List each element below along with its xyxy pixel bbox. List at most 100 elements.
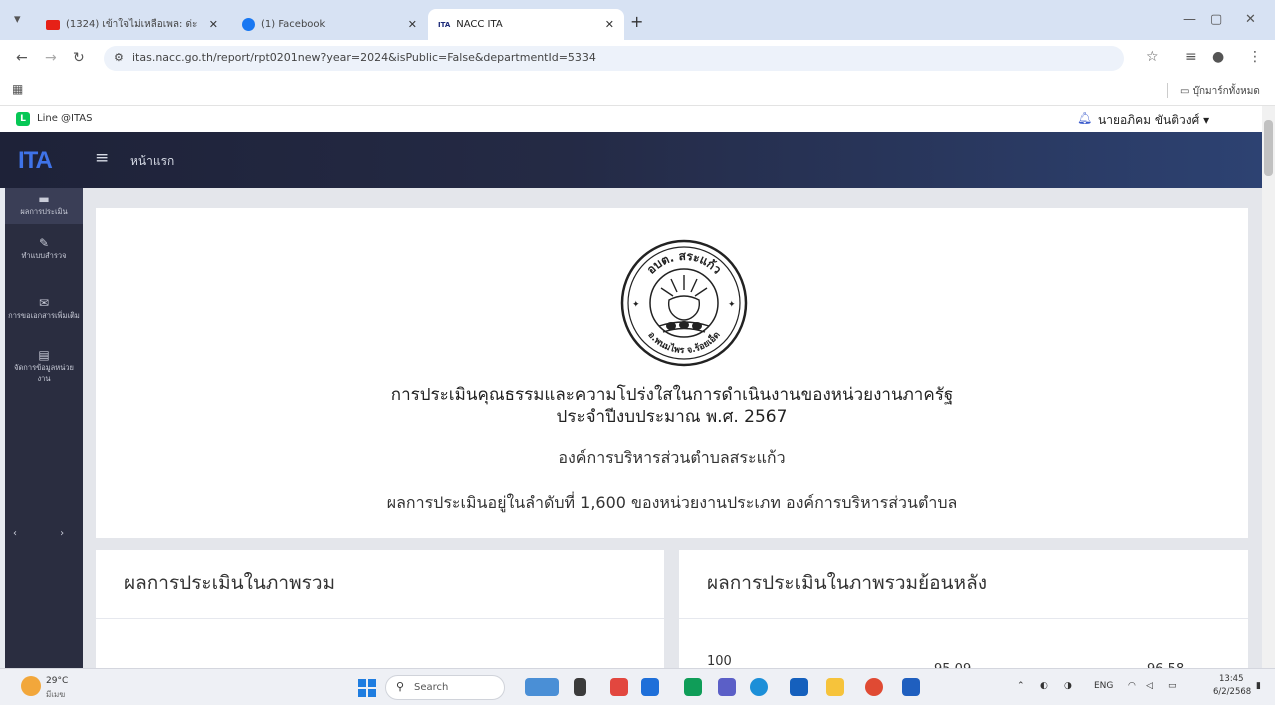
sidebar-item-survey[interactable]: ✎ ทำแบบสำรวจ [5, 236, 83, 261]
history-result-title: ผลการประเมินในภาพรวมย้อนหลัง [707, 572, 987, 594]
tray-app-icon[interactable]: ◐ [1040, 681, 1048, 691]
tab-facebook[interactable]: (1) Facebook ✕ [232, 9, 427, 40]
line-icon[interactable]: L [16, 112, 30, 126]
sidebar-item-manage-data[interactable]: ▤ จัดการข้อมูลหน่วยงาน [5, 348, 83, 384]
seal-ornament-left: ✦ [632, 300, 640, 310]
hamburger-icon[interactable]: ≡ [95, 148, 109, 168]
sidebar-item-label: ผลการประเมิน [20, 207, 68, 216]
ita-logo[interactable]: ITA [18, 147, 53, 175]
new-tab-button[interactable]: + [630, 12, 643, 31]
start-button[interactable] [358, 679, 376, 697]
battery-icon[interactable]: ▭ [1168, 681, 1177, 691]
back-icon[interactable]: ← [16, 50, 28, 66]
weather-condition[interactable]: มีเมฆ [46, 688, 65, 701]
file-explorer-icon[interactable] [826, 678, 844, 696]
sidebar-item-results[interactable]: ▬ ผลการประเมิน [5, 188, 83, 224]
language-indicator[interactable]: ENG [1094, 681, 1113, 691]
folder-label: บุ๊กมาร์กทั้งหมด [1192, 86, 1260, 97]
clock-time[interactable]: 13:45 [1219, 674, 1244, 684]
y-axis-tick: 100 [707, 654, 732, 669]
card-divider [96, 618, 664, 619]
tab-label: (1324) เข้าใจไม่เหลือเพล: ด่ะ [66, 19, 198, 30]
folder-icon: ▭ [1180, 86, 1193, 97]
close-icon[interactable]: ✕ [605, 18, 614, 31]
tab-search-icon[interactable]: ▾ [14, 12, 21, 27]
user-menu[interactable]: นายอภิคม ขันติวงศ์ ▾ [1098, 111, 1209, 130]
main-content: อบต. สระแก้ว อ.พนมไพร จ.ร้อยเอ็ด ✦ ✦ การ… [83, 188, 1262, 677]
store-icon[interactable] [641, 678, 659, 696]
start-tile [368, 679, 376, 687]
copilot-icon[interactable] [610, 678, 628, 696]
tray-app-icon[interactable]: ◑ [1064, 681, 1072, 691]
widget-app-icon[interactable] [525, 678, 559, 696]
bookmarks-bar: ▦ ▭ บุ๊กมาร์กทั้งหมด [0, 76, 1275, 106]
tab-nacc-ita[interactable]: ITA NACC ITA ✕ [428, 9, 624, 40]
restore-icon[interactable]: ▢ [1210, 12, 1222, 27]
overall-result-card: ผลการประเมินในภาพรวม [96, 550, 664, 668]
window-close-icon[interactable]: ✕ [1245, 12, 1256, 27]
url-text[interactable]: itas.nacc.go.th/report/rpt0201new?year=2… [132, 51, 596, 64]
chrome-icon[interactable] [865, 678, 883, 696]
youtube-icon [46, 19, 60, 30]
sidebar-item-label: การขอเอกสารเพิ่มเติม [8, 311, 80, 320]
close-icon[interactable]: ✕ [408, 18, 417, 31]
sidebar-item-label: ทำแบบสำรวจ [21, 251, 67, 260]
bell-icon[interactable]: 🔔︎ [1077, 111, 1092, 125]
teams-icon[interactable] [718, 678, 736, 696]
more-menu-icon[interactable]: ⋮ [1248, 49, 1262, 65]
card-divider [679, 618, 1248, 619]
close-icon[interactable]: ✕ [209, 18, 218, 31]
windows-taskbar: 29°C มีเมฆ ⚲ Search ⌃ ◐ ◑ ENG ◠ ◁ ▭ 13:4… [0, 668, 1275, 705]
mail-app-icon[interactable] [790, 678, 808, 696]
overall-result-title: ผลการประเมินในภาพรวม [124, 572, 336, 594]
home-link[interactable]: หน้าแรก [130, 152, 174, 171]
start-tile [358, 679, 366, 687]
task-view-icon[interactable] [574, 678, 586, 696]
report-header-card: อบต. สระแก้ว อ.พนมไพร จ.ร้อยเอ็ด ✦ ✦ การ… [96, 208, 1248, 538]
tray-overflow-icon[interactable]: ⌃ [1017, 681, 1025, 691]
address-bar[interactable]: ⚙ itas.nacc.go.th/report/rpt0201new?year… [104, 46, 1124, 71]
weather-temperature[interactable]: 29°C [46, 676, 68, 686]
line-app-icon[interactable] [684, 678, 702, 696]
reload-icon[interactable]: ↻ [73, 50, 85, 66]
start-tile [368, 689, 376, 697]
sidebar-pager[interactable]: ‹ › [13, 528, 64, 539]
taskbar-search[interactable]: ⚲ Search [385, 675, 505, 700]
organization-seal: อบต. สระแก้ว อ.พนมไพร จ.ร้อยเอ็ด ✦ ✦ [620, 239, 748, 367]
weather-icon[interactable] [21, 676, 41, 696]
mail-icon: ✉ [38, 296, 50, 310]
organization-name: องค์การบริหารส่วนตำบลสระแก้ว [558, 448, 786, 467]
line-link[interactable]: Line @ITAS [37, 113, 93, 124]
seal-ornament-right: ✦ [728, 300, 736, 310]
wifi-icon[interactable]: ◠ [1128, 681, 1136, 691]
survey-icon: ✎ [38, 236, 50, 250]
edge-icon[interactable] [750, 678, 768, 696]
tab-label: (1) Facebook [261, 19, 326, 30]
bookmark-separator [1167, 83, 1168, 98]
facebook-icon [242, 18, 255, 31]
browser-tab-strip: ▾ (1324) เข้าใจไม่เหลือเพล: ด่ะ ✕ (1) Fa… [0, 0, 1275, 40]
document-icon: ▤ [38, 348, 50, 362]
profile-avatar-icon[interactable]: ● [1212, 49, 1224, 65]
tab-youtube[interactable]: (1324) เข้าใจไม่เหลือเพล: ด่ะ ✕ [36, 9, 228, 40]
browser-toolbar: ← → ↻ ⚙ itas.nacc.go.th/report/rpt0201ne… [0, 40, 1275, 76]
clock-date[interactable]: 6/2/2568 [1213, 687, 1251, 697]
sidebar-item-request-docs[interactable]: ✉ การขอเอกสารเพิ่มเติม [5, 296, 83, 321]
forward-icon[interactable]: → [45, 50, 57, 66]
chart-icon: ▬ [38, 192, 50, 206]
site-info-icon[interactable]: ⚙ [114, 51, 124, 64]
ita-favicon: ITA [438, 20, 451, 29]
apps-grid-icon[interactable]: ▦ [12, 82, 23, 96]
word-icon[interactable] [902, 678, 920, 696]
volume-icon[interactable]: ◁ [1146, 681, 1153, 691]
ranking-text: ผลการประเมินอยู่ในลำดับที่ 1,600 ของหน่ว… [386, 493, 958, 512]
all-bookmarks-folder[interactable]: ▭ บุ๊กมาร์กทั้งหมด [1180, 84, 1260, 99]
minimize-icon[interactable]: — [1183, 12, 1196, 27]
reading-list-icon[interactable]: ≡ [1185, 49, 1197, 65]
bookmark-star-icon[interactable]: ☆ [1146, 49, 1159, 65]
notification-icon[interactable]: ▮ [1256, 681, 1261, 691]
scrollbar-thumb[interactable] [1264, 120, 1273, 176]
start-tile [358, 689, 366, 697]
search-label: Search [414, 682, 449, 693]
page-scrollbar[interactable] [1262, 106, 1275, 668]
